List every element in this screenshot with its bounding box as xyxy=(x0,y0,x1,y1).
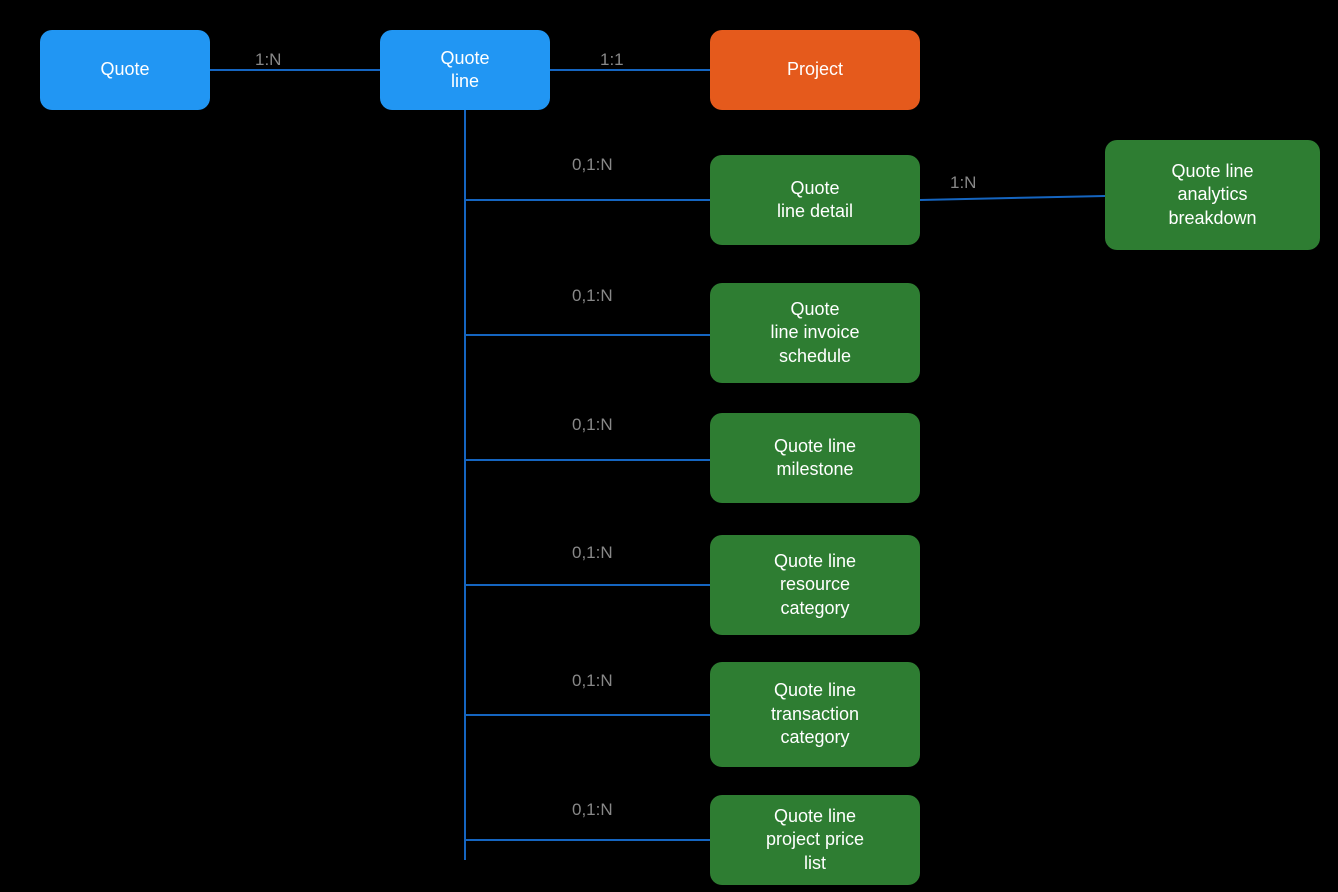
connection-lines xyxy=(0,0,1338,892)
quote-line-node: Quoteline xyxy=(380,30,550,110)
quote-line-transaction-label: Quote linetransactioncategory xyxy=(771,679,859,749)
cardinality-quote-quoteline: 1:N xyxy=(255,50,281,70)
project-label: Project xyxy=(787,58,843,81)
quote-line-milestone-label: Quote linemilestone xyxy=(774,435,856,482)
cardinality-quoteline-detail: 0,1:N xyxy=(572,155,613,175)
cardinality-quoteline-project: 1:1 xyxy=(600,50,624,70)
quote-line-detail-label: Quoteline detail xyxy=(777,177,853,224)
cardinality-quoteline-milestone: 0,1:N xyxy=(572,415,613,435)
quote-line-analytics-label: Quote lineanalyticsbreakdown xyxy=(1168,160,1256,230)
quote-line-detail-node: Quoteline detail xyxy=(710,155,920,245)
cardinality-quoteline-resource: 0,1:N xyxy=(572,543,613,563)
cardinality-quoteline-invoice: 0,1:N xyxy=(572,286,613,306)
quote-line-label: Quoteline xyxy=(440,47,489,94)
quote-line-transaction-node: Quote linetransactioncategory xyxy=(710,662,920,767)
quote-line-resource-label: Quote lineresourcecategory xyxy=(774,550,856,620)
quote-line-invoice-node: Quoteline invoiceschedule xyxy=(710,283,920,383)
cardinality-quoteline-transaction: 0,1:N xyxy=(572,671,613,691)
quote-line-price-label: Quote lineproject pricelist xyxy=(766,805,864,875)
quote-line-milestone-node: Quote linemilestone xyxy=(710,413,920,503)
quote-node: Quote xyxy=(40,30,210,110)
project-node: Project xyxy=(710,30,920,110)
quote-label: Quote xyxy=(100,58,149,81)
quote-line-resource-node: Quote lineresourcecategory xyxy=(710,535,920,635)
cardinality-quoteline-price: 0,1:N xyxy=(572,800,613,820)
quote-line-analytics-node: Quote lineanalyticsbreakdown xyxy=(1105,140,1320,250)
quote-line-price-node: Quote lineproject pricelist xyxy=(710,795,920,885)
cardinality-detail-analytics: 1:N xyxy=(950,173,976,193)
diagram-container: Quote Quoteline Project Quoteline detail… xyxy=(0,0,1338,892)
quote-line-invoice-label: Quoteline invoiceschedule xyxy=(770,298,859,368)
